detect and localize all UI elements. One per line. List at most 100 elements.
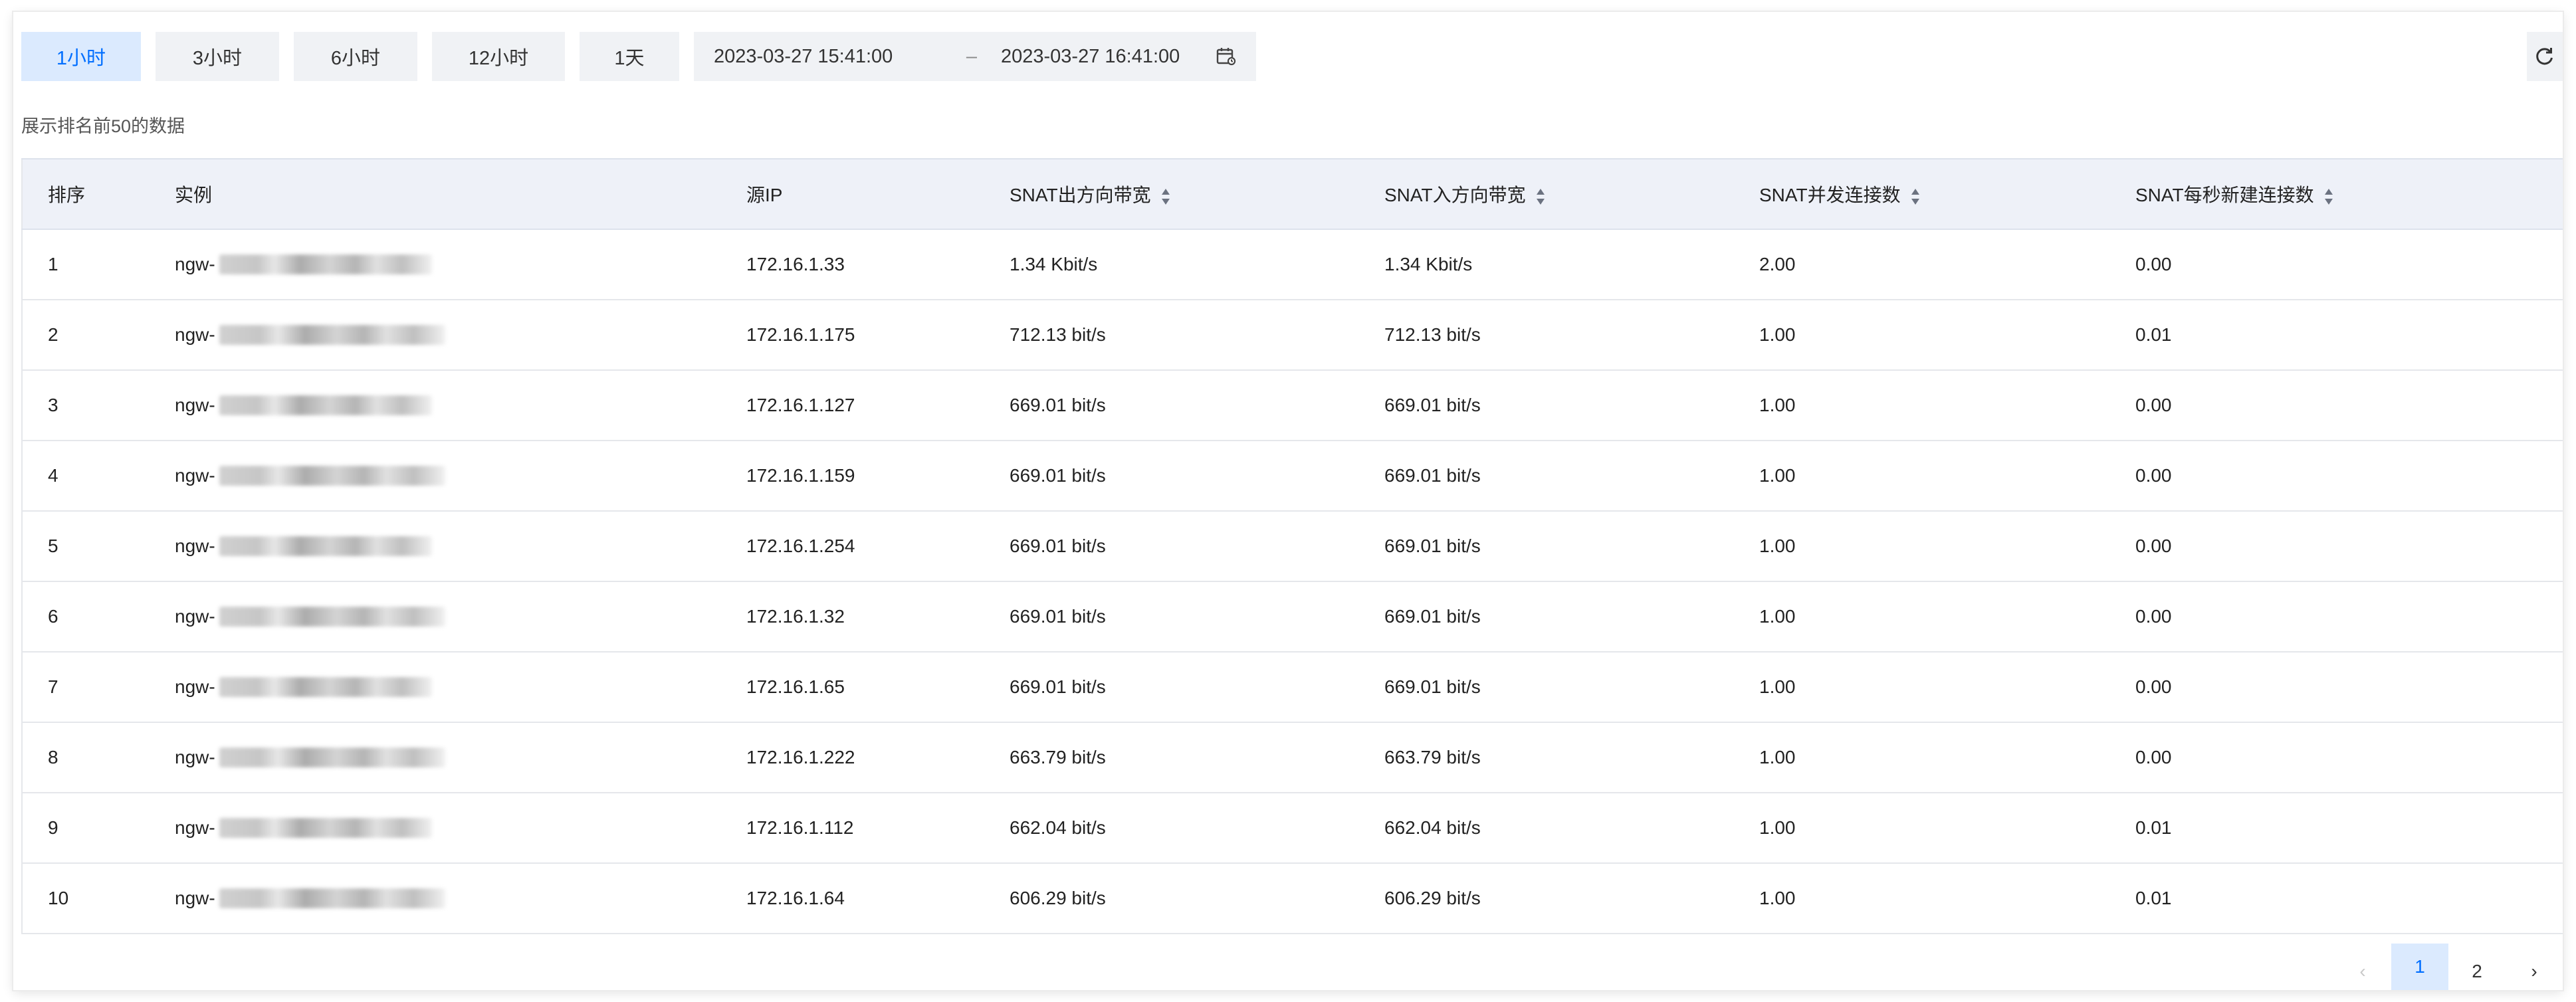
cell-snat-new: 0.00 <box>2135 229 2563 300</box>
redacted-instance-id <box>219 818 432 838</box>
cell-snat-conn: 1.00 <box>1759 581 2135 652</box>
cell-instance: ngw- <box>175 441 746 512</box>
col-snat-in[interactable]: SNAT入方向带宽 <box>1384 158 1759 230</box>
cell-rank: 5 <box>21 511 175 582</box>
sort-icon[interactable] <box>1160 187 1171 207</box>
cell-rank: 3 <box>21 370 175 441</box>
redacted-instance-id <box>219 607 445 627</box>
date-range-picker[interactable]: 2023-03-27 15:41:00 – 2023-03-27 16:41:0… <box>694 32 1256 81</box>
instance-prefix: ngw- <box>175 536 215 556</box>
cell-snat-conn: 1.00 <box>1759 722 2135 793</box>
cell-snat-out: 662.04 bit/s <box>1010 793 1384 864</box>
instance-prefix: ngw- <box>175 465 215 486</box>
cell-snat-in: 662.04 bit/s <box>1384 793 1759 864</box>
cell-snat-new: 0.00 <box>2135 652 2563 723</box>
next-page-button[interactable]: › <box>2506 953 2563 990</box>
date-start: 2023-03-27 15:41:00 <box>714 45 893 67</box>
cell-snat-out: 1.34 Kbit/s <box>1010 229 1384 300</box>
range-3h-button[interactable]: 3小时 <box>156 32 279 81</box>
cell-snat-out: 712.13 bit/s <box>1010 300 1384 371</box>
cell-source-ip: 172.16.1.112 <box>746 793 1010 864</box>
cell-rank: 10 <box>21 863 175 934</box>
cell-snat-in: 1.34 Kbit/s <box>1384 229 1759 300</box>
cell-instance: ngw- <box>175 722 746 793</box>
top50-note: 展示排名前50的数据 <box>21 116 185 136</box>
cell-snat-out: 669.01 bit/s <box>1010 581 1384 652</box>
table-row: 6 ngw- 172.16.1.32 669.01 bit/s 669.01 b… <box>21 581 2563 652</box>
col-instance: 实例 <box>175 158 746 230</box>
cell-instance: ngw- <box>175 511 746 582</box>
instance-prefix: ngw- <box>175 254 215 274</box>
table-row: 3 ngw- 172.16.1.127 669.01 bit/s 669.01 … <box>21 370 2563 441</box>
cell-snat-in: 669.01 bit/s <box>1384 441 1759 512</box>
table-row: 8 ngw- 172.16.1.222 663.79 bit/s 663.79 … <box>21 722 2563 793</box>
range-6h-button[interactable]: 6小时 <box>294 32 417 81</box>
redacted-instance-id <box>219 888 445 908</box>
cell-source-ip: 172.16.1.159 <box>746 441 1010 512</box>
cell-source-ip: 172.16.1.127 <box>746 370 1010 441</box>
col-snat-in-label: SNAT入方向带宽 <box>1384 185 1526 205</box>
cell-snat-conn: 1.00 <box>1759 652 2135 723</box>
table-row: 1 ngw- 172.16.1.33 1.34 Kbit/s 1.34 Kbit… <box>21 229 2563 300</box>
redacted-instance-id <box>219 536 432 556</box>
cell-snat-out: 669.01 bit/s <box>1010 370 1384 441</box>
prev-page-button[interactable]: ‹ <box>2334 953 2391 990</box>
instance-prefix: ngw- <box>175 817 215 838</box>
cell-rank: 6 <box>21 581 175 652</box>
cell-snat-conn: 1.00 <box>1759 370 2135 441</box>
cell-snat-new: 0.00 <box>2135 370 2563 441</box>
redacted-instance-id <box>219 466 445 486</box>
cell-snat-conn: 1.00 <box>1759 441 2135 512</box>
cell-instance: ngw- <box>175 652 746 723</box>
cell-snat-in: 669.01 bit/s <box>1384 581 1759 652</box>
refresh-icon <box>2536 48 2553 65</box>
cell-rank: 1 <box>21 229 175 300</box>
table-row: 5 ngw- 172.16.1.254 669.01 bit/s 669.01 … <box>21 511 2563 582</box>
range-1h-button[interactable]: 1小时 <box>21 32 141 81</box>
col-snat-conn[interactable]: SNAT并发连接数 <box>1759 158 2135 230</box>
cell-snat-conn: 1.00 <box>1759 863 2135 934</box>
cell-source-ip: 172.16.1.175 <box>746 300 1010 371</box>
cell-rank: 7 <box>21 652 175 723</box>
cell-rank: 2 <box>21 300 175 371</box>
cell-snat-new: 0.00 <box>2135 511 2563 582</box>
redacted-instance-id <box>219 748 445 767</box>
cell-snat-new: 0.00 <box>2135 441 2563 512</box>
snat-ranking-table: 排序 实例 源IP SNAT出方向带宽 SNAT入方向带宽 SNAT并发连接数 … <box>21 158 2563 934</box>
sort-icon[interactable] <box>1910 187 1921 207</box>
time-range-toolbar: 1小时 3小时 6小时 12小时 1天 2023-03-27 15:41:00 … <box>21 32 1256 81</box>
cell-rank: 8 <box>21 722 175 793</box>
cell-snat-new: 0.01 <box>2135 300 2563 371</box>
cell-instance: ngw- <box>175 863 746 934</box>
cell-source-ip: 172.16.1.222 <box>746 722 1010 793</box>
cell-snat-new: 0.01 <box>2135 863 2563 934</box>
page-1-button[interactable]: 1 <box>2391 944 2448 990</box>
redacted-instance-id <box>219 395 432 415</box>
pagination: ‹ 1 2 › <box>2334 944 2563 990</box>
sort-icon[interactable] <box>1535 187 1546 207</box>
cell-snat-new: 0.00 <box>2135 722 2563 793</box>
col-snat-new[interactable]: SNAT每秒新建连接数 <box>2135 158 2563 230</box>
col-snat-out-label: SNAT出方向带宽 <box>1010 185 1151 205</box>
cell-instance: ngw- <box>175 370 746 441</box>
sort-icon[interactable] <box>2323 187 2334 207</box>
calendar-icon[interactable] <box>1216 47 1236 66</box>
cell-snat-in: 712.13 bit/s <box>1384 300 1759 371</box>
col-snat-out[interactable]: SNAT出方向带宽 <box>1010 158 1384 230</box>
instance-prefix: ngw- <box>175 676 215 697</box>
cell-snat-conn: 1.00 <box>1759 793 2135 864</box>
cell-snat-conn: 2.00 <box>1759 229 2135 300</box>
cell-snat-in: 669.01 bit/s <box>1384 652 1759 723</box>
table-header: 排序 实例 源IP SNAT出方向带宽 SNAT入方向带宽 SNAT并发连接数 … <box>21 158 2563 230</box>
cell-snat-in: 606.29 bit/s <box>1384 863 1759 934</box>
cell-snat-out: 669.01 bit/s <box>1010 652 1384 723</box>
cell-snat-out: 663.79 bit/s <box>1010 722 1384 793</box>
table-row: 4 ngw- 172.16.1.159 669.01 bit/s 669.01 … <box>21 441 2563 512</box>
table-row: 10 ngw- 172.16.1.64 606.29 bit/s 606.29 … <box>21 863 2563 934</box>
range-1d-button[interactable]: 1天 <box>580 32 679 81</box>
page-2-button[interactable]: 2 <box>2448 953 2506 990</box>
range-12h-button[interactable]: 12小时 <box>432 32 565 81</box>
refresh-button[interactable] <box>2527 32 2563 81</box>
cell-instance: ngw- <box>175 300 746 371</box>
instance-prefix: ngw- <box>175 395 215 415</box>
